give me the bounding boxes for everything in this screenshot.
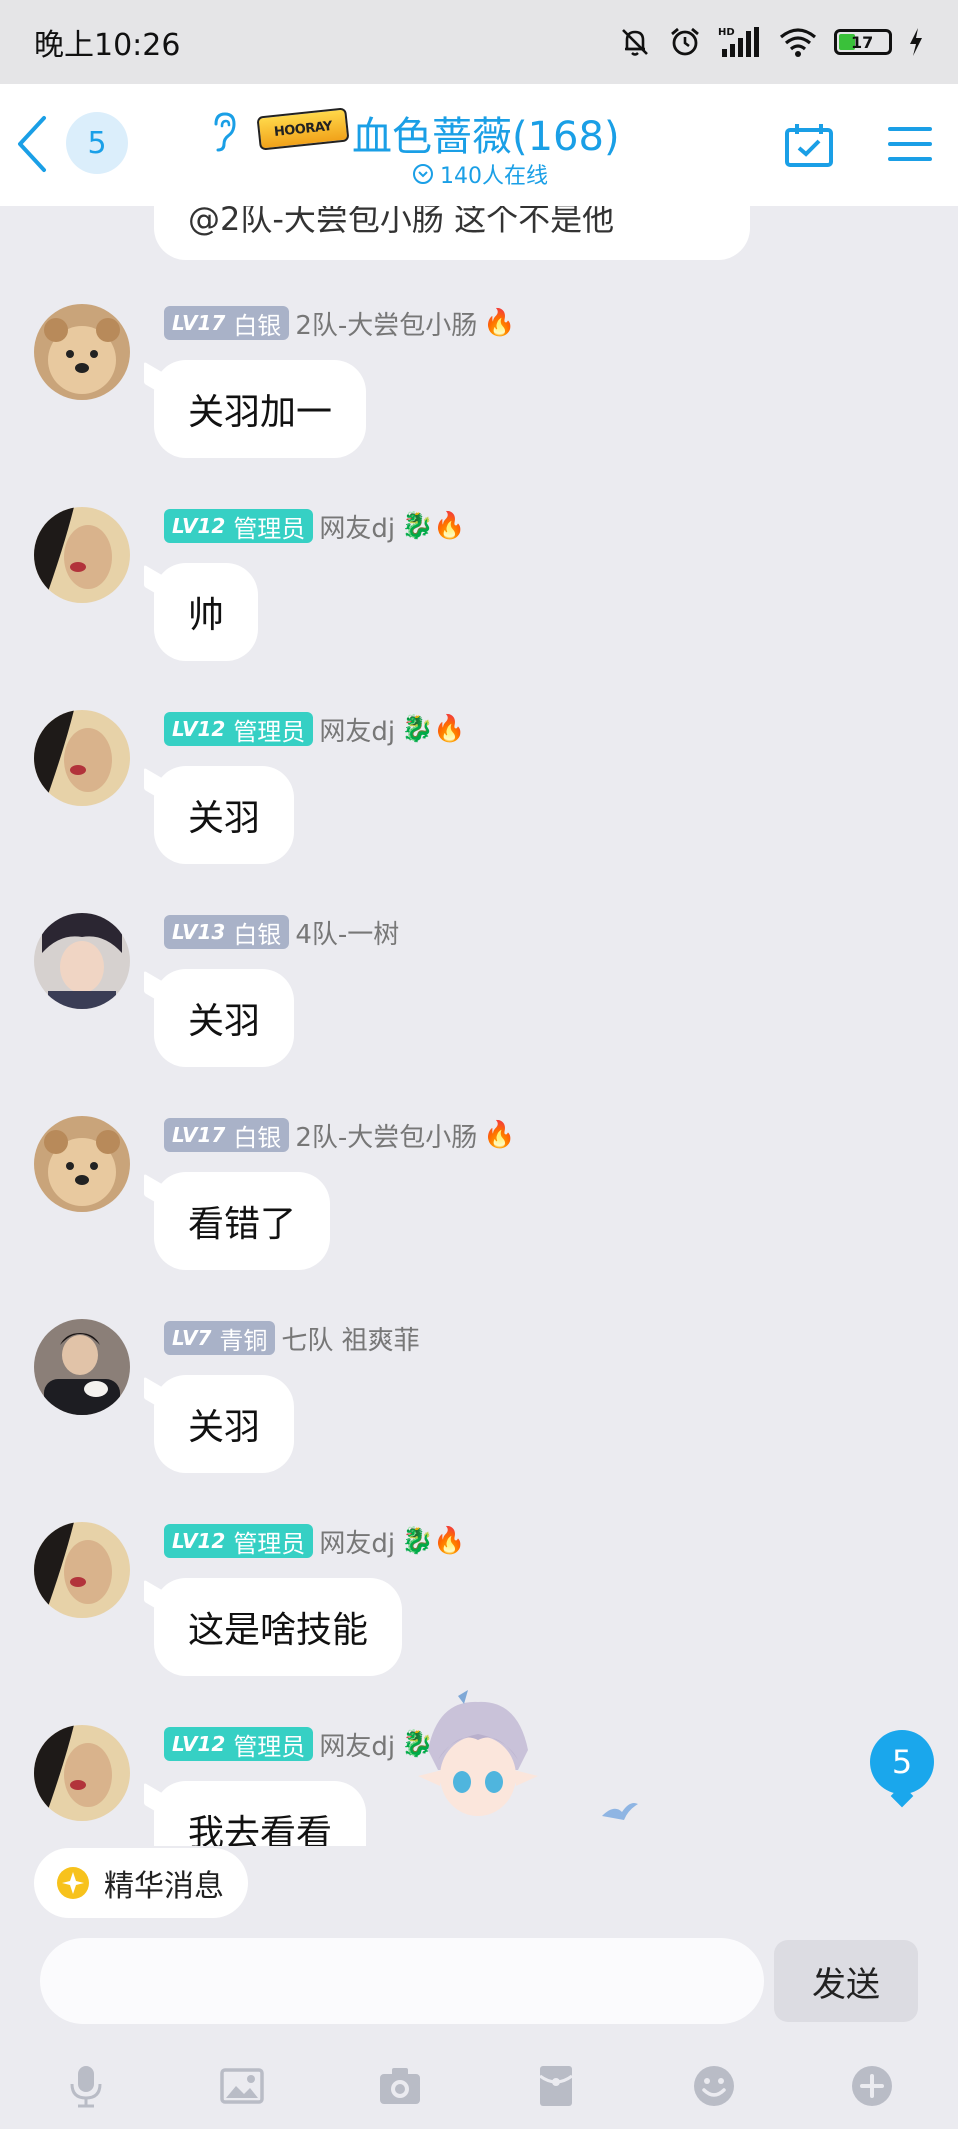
- alarm-icon: [671, 27, 699, 56]
- level-badge: LV12 管理员: [164, 1727, 314, 1761]
- sender-nickname[interactable]: 2队-大尝包小肠: [295, 1117, 477, 1154]
- level-badge: LV12 管理员: [164, 712, 314, 746]
- status-bar: 晚上10:26 HD 17: [0, 0, 958, 84]
- online-count[interactable]: 140人在线: [412, 158, 548, 190]
- message-bubble[interactable]: 关羽: [154, 766, 295, 864]
- sender-meta: LV7 青铜 七队 祖爽菲: [164, 1320, 420, 1357]
- group-title[interactable]: 血色蔷薇(168): [352, 104, 620, 162]
- message-bubble[interactable]: 关羽: [154, 969, 295, 1067]
- dragon-fire-badge-icon: 🐉🔥: [401, 714, 466, 744]
- avatar-dog[interactable]: [34, 304, 130, 400]
- camera-icon[interactable]: [376, 2062, 424, 2110]
- fire-badge-icon: 🔥: [483, 1120, 516, 1150]
- status-time: 晚上10:26: [34, 28, 181, 63]
- message-item: LV13 白银 4队-一树 关羽: [0, 913, 958, 1113]
- level-badge: LV12 管理员: [164, 509, 314, 543]
- unread-count-badge[interactable]: 5: [66, 112, 128, 174]
- chat-header: 5 HOORAY 血色蔷薇(168) 140人在线: [0, 84, 958, 206]
- emoji-icon[interactable]: [690, 2062, 738, 2110]
- sender-meta: LV17 白银 2队-大尝包小肠 🔥: [164, 305, 516, 342]
- diamond-star-icon: [57, 1867, 89, 1899]
- essence-label: 精华消息: [104, 1869, 224, 1904]
- red-packet-icon[interactable]: [532, 2062, 580, 2110]
- dragon-fire-badge-icon: 🐉🔥: [401, 1526, 466, 1556]
- input-toolbar: [0, 2056, 958, 2116]
- message-bubble[interactable]: 这是啥技能: [154, 1578, 403, 1676]
- back-arrow-icon[interactable]: [14, 114, 50, 174]
- sender-meta: LV12 管理员 网友dj 🐉🔥: [164, 508, 466, 545]
- sender-meta: LV12 管理员 网友dj 🐉: [164, 1726, 433, 1763]
- avatar-anime-boy[interactable]: [34, 913, 130, 1009]
- essence-messages-button[interactable]: 精华消息: [34, 1848, 248, 1918]
- anime-sprite-icon: [418, 1690, 538, 1816]
- send-button[interactable]: 发送: [774, 1940, 918, 2022]
- input-bar: 发送: [0, 1926, 958, 2129]
- level-badge: LV7 青铜: [164, 1321, 276, 1355]
- avatar-woman[interactable]: [34, 1725, 130, 1821]
- wifi-icon: [779, 28, 817, 57]
- message-item: LV12 管理员 网友dj 🐉🔥 帅: [0, 507, 958, 707]
- level-badge: LV17 白银: [164, 1118, 290, 1152]
- sender-meta: LV12 管理员 网友dj 🐉🔥: [164, 1523, 466, 1560]
- avatar-dog[interactable]: [34, 1116, 130, 1212]
- online-count-label: 140人在线: [440, 164, 548, 189]
- message-bubble-partial[interactable]: @2队-大尝包小肠 这个不是他: [154, 206, 750, 260]
- sender-nickname[interactable]: 网友dj: [319, 1523, 395, 1560]
- dragon-fire-badge-icon: 🐉🔥: [401, 511, 466, 541]
- message-item: LV7 青铜 七队 祖爽菲 关羽: [0, 1319, 958, 1519]
- avatar-woman[interactable]: [34, 710, 130, 806]
- message-item: LV17 白银 2队-大尝包小肠 🔥 看错了: [0, 1116, 958, 1316]
- status-icons: HD 17: [618, 25, 924, 59]
- plus-icon[interactable]: [848, 2062, 896, 2110]
- message-bubble[interactable]: 看错了: [154, 1172, 331, 1270]
- chevron-circle-icon: [413, 164, 433, 184]
- sender-nickname[interactable]: 网友dj: [319, 1726, 395, 1763]
- battery-icon: 17: [834, 29, 892, 55]
- sender-nickname[interactable]: 网友dj: [319, 508, 395, 545]
- avatar-boy-with-cat[interactable]: [34, 1319, 130, 1415]
- menu-icon[interactable]: [888, 126, 932, 162]
- level-badge: LV17 白银: [164, 306, 290, 340]
- sender-nickname[interactable]: 4队-一树: [295, 914, 399, 951]
- message-item: LV12 管理员 网友dj 🐉🔥 关羽: [0, 710, 958, 910]
- message-bubble[interactable]: 帅: [154, 563, 259, 661]
- group-logo: HOORAY: [256, 107, 350, 151]
- mute-bell-icon: [622, 29, 648, 56]
- message-bubble[interactable]: 关羽加一: [154, 360, 367, 458]
- sender-meta: LV12 管理员 网友dj 🐉🔥: [164, 711, 466, 748]
- sender-meta: LV13 白银 4队-一树: [164, 914, 399, 951]
- signal-hd-icon: HD: [718, 27, 759, 57]
- charging-icon: [910, 28, 922, 56]
- ear-icon[interactable]: [208, 110, 238, 154]
- avatar-woman[interactable]: [34, 1522, 130, 1618]
- avatar-woman[interactable]: [34, 507, 130, 603]
- microphone-icon[interactable]: [62, 2062, 110, 2110]
- level-badge: LV13 白银: [164, 915, 290, 949]
- fire-badge-icon: 🔥: [483, 308, 516, 338]
- level-badge: LV12 管理员: [164, 1524, 314, 1558]
- sender-nickname[interactable]: 2队-大尝包小肠: [295, 305, 477, 342]
- sender-meta: LV17 白银 2队-大尝包小肠 🔥: [164, 1117, 516, 1154]
- calendar-check-icon[interactable]: [784, 122, 834, 168]
- sender-nickname[interactable]: 七队 祖爽菲: [281, 1320, 419, 1357]
- image-icon[interactable]: [218, 2062, 266, 2110]
- message-item: LV17 白银 2队-大尝包小肠 🔥 关羽加一: [0, 304, 958, 504]
- message-bubble[interactable]: 我去看看: [154, 1781, 367, 1846]
- battery-level: 17: [851, 32, 874, 52]
- message-bubble[interactable]: 关羽: [154, 1375, 295, 1473]
- message-list[interactable]: @2队-大尝包小肠 这个不是他 LV17 白银 2队-大尝包小肠 🔥 关羽加一 L…: [0, 206, 958, 1846]
- message-input[interactable]: [40, 1938, 764, 2024]
- new-messages-badge[interactable]: 5: [870, 1730, 934, 1794]
- sender-nickname[interactable]: 网友dj: [319, 711, 395, 748]
- bird-icon: [602, 1803, 638, 1820]
- svg-text:HD: HD: [718, 27, 735, 38]
- chat-screen: 晚上10:26 HD 17 5 HOORAY 血色蔷薇(168) 140人在线 …: [0, 0, 958, 2129]
